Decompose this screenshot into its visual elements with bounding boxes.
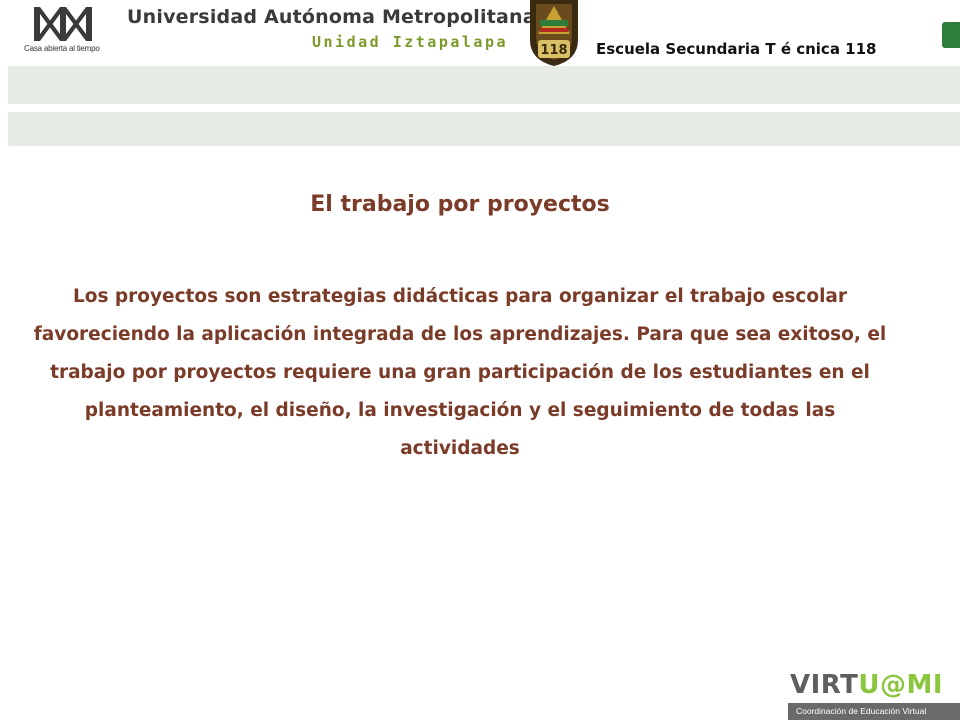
slide-title: El trabajo por proyectos xyxy=(310,192,610,217)
slide-paragraph: Los proyectos son estrategias didácticas… xyxy=(33,286,887,459)
school-name: Escuela Secundaria T é cnica 118 xyxy=(596,40,877,58)
green-tab xyxy=(942,22,960,48)
university-name: Universidad Autónoma Metropolitana xyxy=(127,6,536,28)
shield-number: 118 xyxy=(540,43,567,58)
unit-name: Unidad Iztapalapa xyxy=(312,33,509,51)
school-shield-icon: 118 xyxy=(530,0,578,66)
virtuami-logo-part2: U@MI xyxy=(858,670,944,700)
virtuami-logo-part1: VIRT xyxy=(790,670,859,700)
virtuami-subtitle: Coordinación de Educación Virtual xyxy=(796,706,927,716)
header-band-top xyxy=(8,66,960,104)
header: Casa abierta al tiempo Universidad Autón… xyxy=(0,0,960,66)
uam-tagline: Casa abierta al tiempo xyxy=(24,44,100,53)
header-band-bottom xyxy=(8,112,960,146)
virtuami-logo: VIRTU@MI xyxy=(790,670,943,700)
